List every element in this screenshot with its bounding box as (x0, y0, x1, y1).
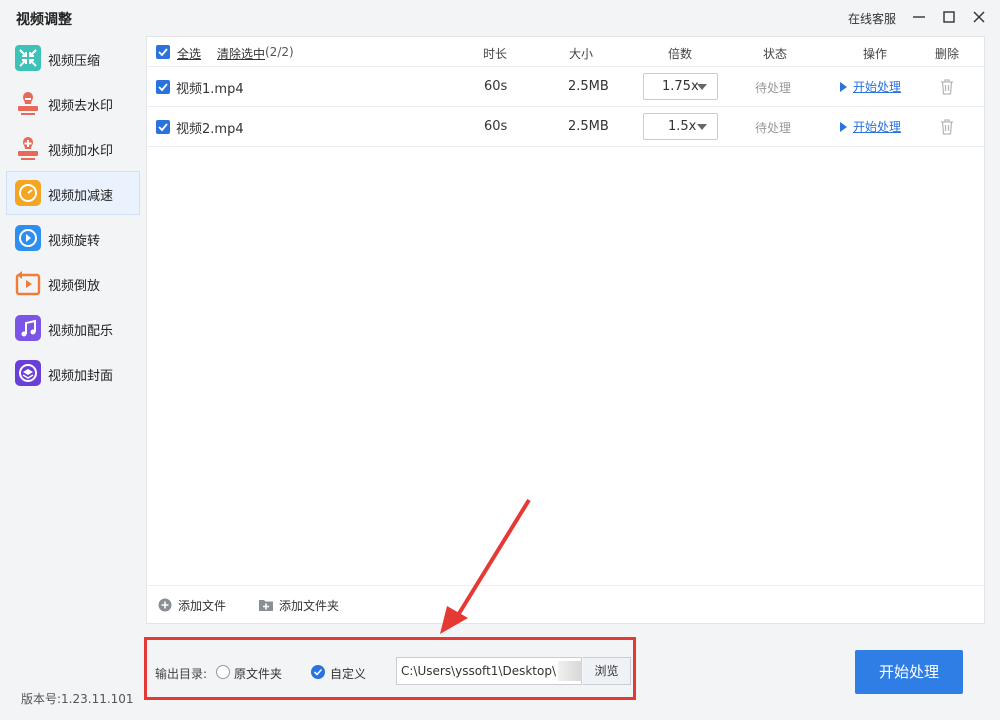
app-title: 视频调整 (16, 12, 72, 28)
sidebar-item-label: 视频倒放 (48, 279, 101, 294)
select-all-link[interactable]: 全选 (177, 45, 201, 62)
sidebar-item-rotate[interactable]: 视频旋转 (6, 216, 140, 260)
sidebar: 视频压缩 视频去水印 视频加水印 视频加减速 视频旋转 视频倒放 视频加配乐 视… (0, 34, 146, 720)
rotate-icon (14, 224, 42, 252)
radio-original-label[interactable]: 原文件夹 (234, 665, 282, 682)
header-action: 操作 (863, 47, 888, 61)
plus-circle-icon (158, 598, 172, 612)
sidebar-item-label: 视频加配乐 (48, 324, 114, 339)
header-size: 大小 (569, 47, 594, 61)
file-list-panel: 全选 清除选中 (2/2) 时长 大小 倍数 状态 操作 删除 视频1.mp4 … (146, 36, 985, 624)
online-service-link[interactable]: 在线客服 (848, 10, 896, 27)
sidebar-item-label: 视频压缩 (48, 54, 101, 69)
sidebar-item-music[interactable]: 视频加配乐 (6, 306, 140, 350)
close-icon[interactable] (968, 6, 990, 28)
remove-watermark-icon (14, 89, 42, 117)
cover-icon (14, 359, 42, 387)
add-file-button[interactable]: 添加文件 (158, 597, 226, 614)
speed-select[interactable]: 1.75x (643, 73, 718, 100)
file-duration: 60s (484, 119, 508, 134)
row-checkbox[interactable] (156, 120, 170, 134)
sidebar-item-label: 视频去水印 (48, 99, 114, 114)
header-status: 状态 (763, 47, 788, 61)
maximize-icon[interactable] (938, 6, 960, 28)
file-panel-footer: 添加文件 添加文件夹 (147, 585, 984, 623)
sidebar-item-compress[interactable]: 视频压缩 (6, 36, 140, 80)
radio-custom[interactable] (311, 665, 325, 679)
title-bar: 视频调整 在线客服 (0, 0, 1000, 34)
file-status: 待处理 (755, 121, 792, 135)
trash-icon[interactable] (939, 78, 955, 96)
chevron-down-icon (697, 124, 707, 130)
browse-button[interactable]: 浏览 (583, 657, 631, 685)
start-process-link[interactable]: 开始处理 (840, 78, 901, 95)
file-name: 视频1.mp4 (176, 82, 244, 97)
add-file-label: 添加文件 (178, 599, 227, 613)
table-header: 全选 清除选中 (2/2) 时长 大小 倍数 状态 操作 删除 (147, 37, 984, 67)
sidebar-item-cover[interactable]: 视频加封面 (6, 351, 140, 395)
row-checkbox[interactable] (156, 80, 170, 94)
add-folder-label: 添加文件夹 (279, 599, 340, 613)
path-redaction (558, 661, 582, 681)
sidebar-item-remove-watermark[interactable]: 视频去水印 (6, 81, 140, 125)
radio-custom-label[interactable]: 自定义 (330, 665, 366, 682)
play-icon (840, 121, 847, 132)
sidebar-item-speed[interactable]: 视频加减速 (6, 171, 140, 215)
play-icon (840, 81, 847, 92)
add-folder-button[interactable]: 添加文件夹 (259, 597, 339, 614)
start-process-label: 开始处理 (853, 120, 902, 134)
select-all-checkbox[interactable] (156, 45, 170, 59)
speed-select[interactable]: 1.5x (643, 113, 718, 140)
radio-original-folder[interactable] (216, 665, 230, 679)
version-label: 版本号:1.23.11.101 (21, 692, 134, 706)
minimize-icon[interactable] (908, 6, 930, 28)
speed-value: 1.75x (662, 79, 699, 94)
sidebar-item-label: 视频旋转 (48, 234, 101, 249)
sidebar-item-label: 视频加封面 (48, 369, 114, 384)
add-watermark-icon (14, 134, 42, 162)
start-process-link[interactable]: 开始处理 (840, 118, 901, 135)
sidebar-item-add-watermark[interactable]: 视频加水印 (6, 126, 140, 170)
sidebar-item-reverse[interactable]: 视频倒放 (6, 261, 140, 305)
table-row: 视频1.mp4 60s 2.5MB 1.75x 待处理 开始处理 (147, 67, 984, 107)
chevron-down-icon (697, 84, 707, 90)
reverse-icon (14, 269, 42, 297)
clear-selected-link[interactable]: 清除选中 (217, 45, 265, 62)
header-delete: 删除 (935, 47, 960, 61)
file-duration: 60s (484, 79, 508, 94)
selected-count: (2/2) (265, 45, 294, 59)
file-size: 2.5MB (568, 79, 609, 94)
output-dir-label: 输出目录: (155, 667, 208, 681)
sidebar-item-label: 视频加水印 (48, 144, 114, 159)
trash-icon[interactable] (939, 118, 955, 136)
file-name: 视频2.mp4 (176, 122, 244, 137)
table-row: 视频2.mp4 60s 2.5MB 1.5x 待处理 开始处理 (147, 107, 984, 147)
start-all-button[interactable]: 开始处理 (855, 650, 963, 694)
header-duration: 时长 (483, 47, 508, 61)
music-icon (14, 314, 42, 342)
speed-value: 1.5x (668, 119, 697, 134)
folder-plus-icon (259, 600, 273, 611)
speed-icon (14, 179, 42, 207)
start-process-label: 开始处理 (853, 80, 902, 94)
output-path-input[interactable]: C:\Users\yssoft1\Desktop\ (396, 657, 582, 685)
file-size: 2.5MB (568, 119, 609, 134)
header-speed: 倍数 (668, 47, 693, 61)
compress-icon (14, 44, 42, 72)
sidebar-item-label: 视频加减速 (48, 189, 114, 204)
file-status: 待处理 (755, 81, 792, 95)
